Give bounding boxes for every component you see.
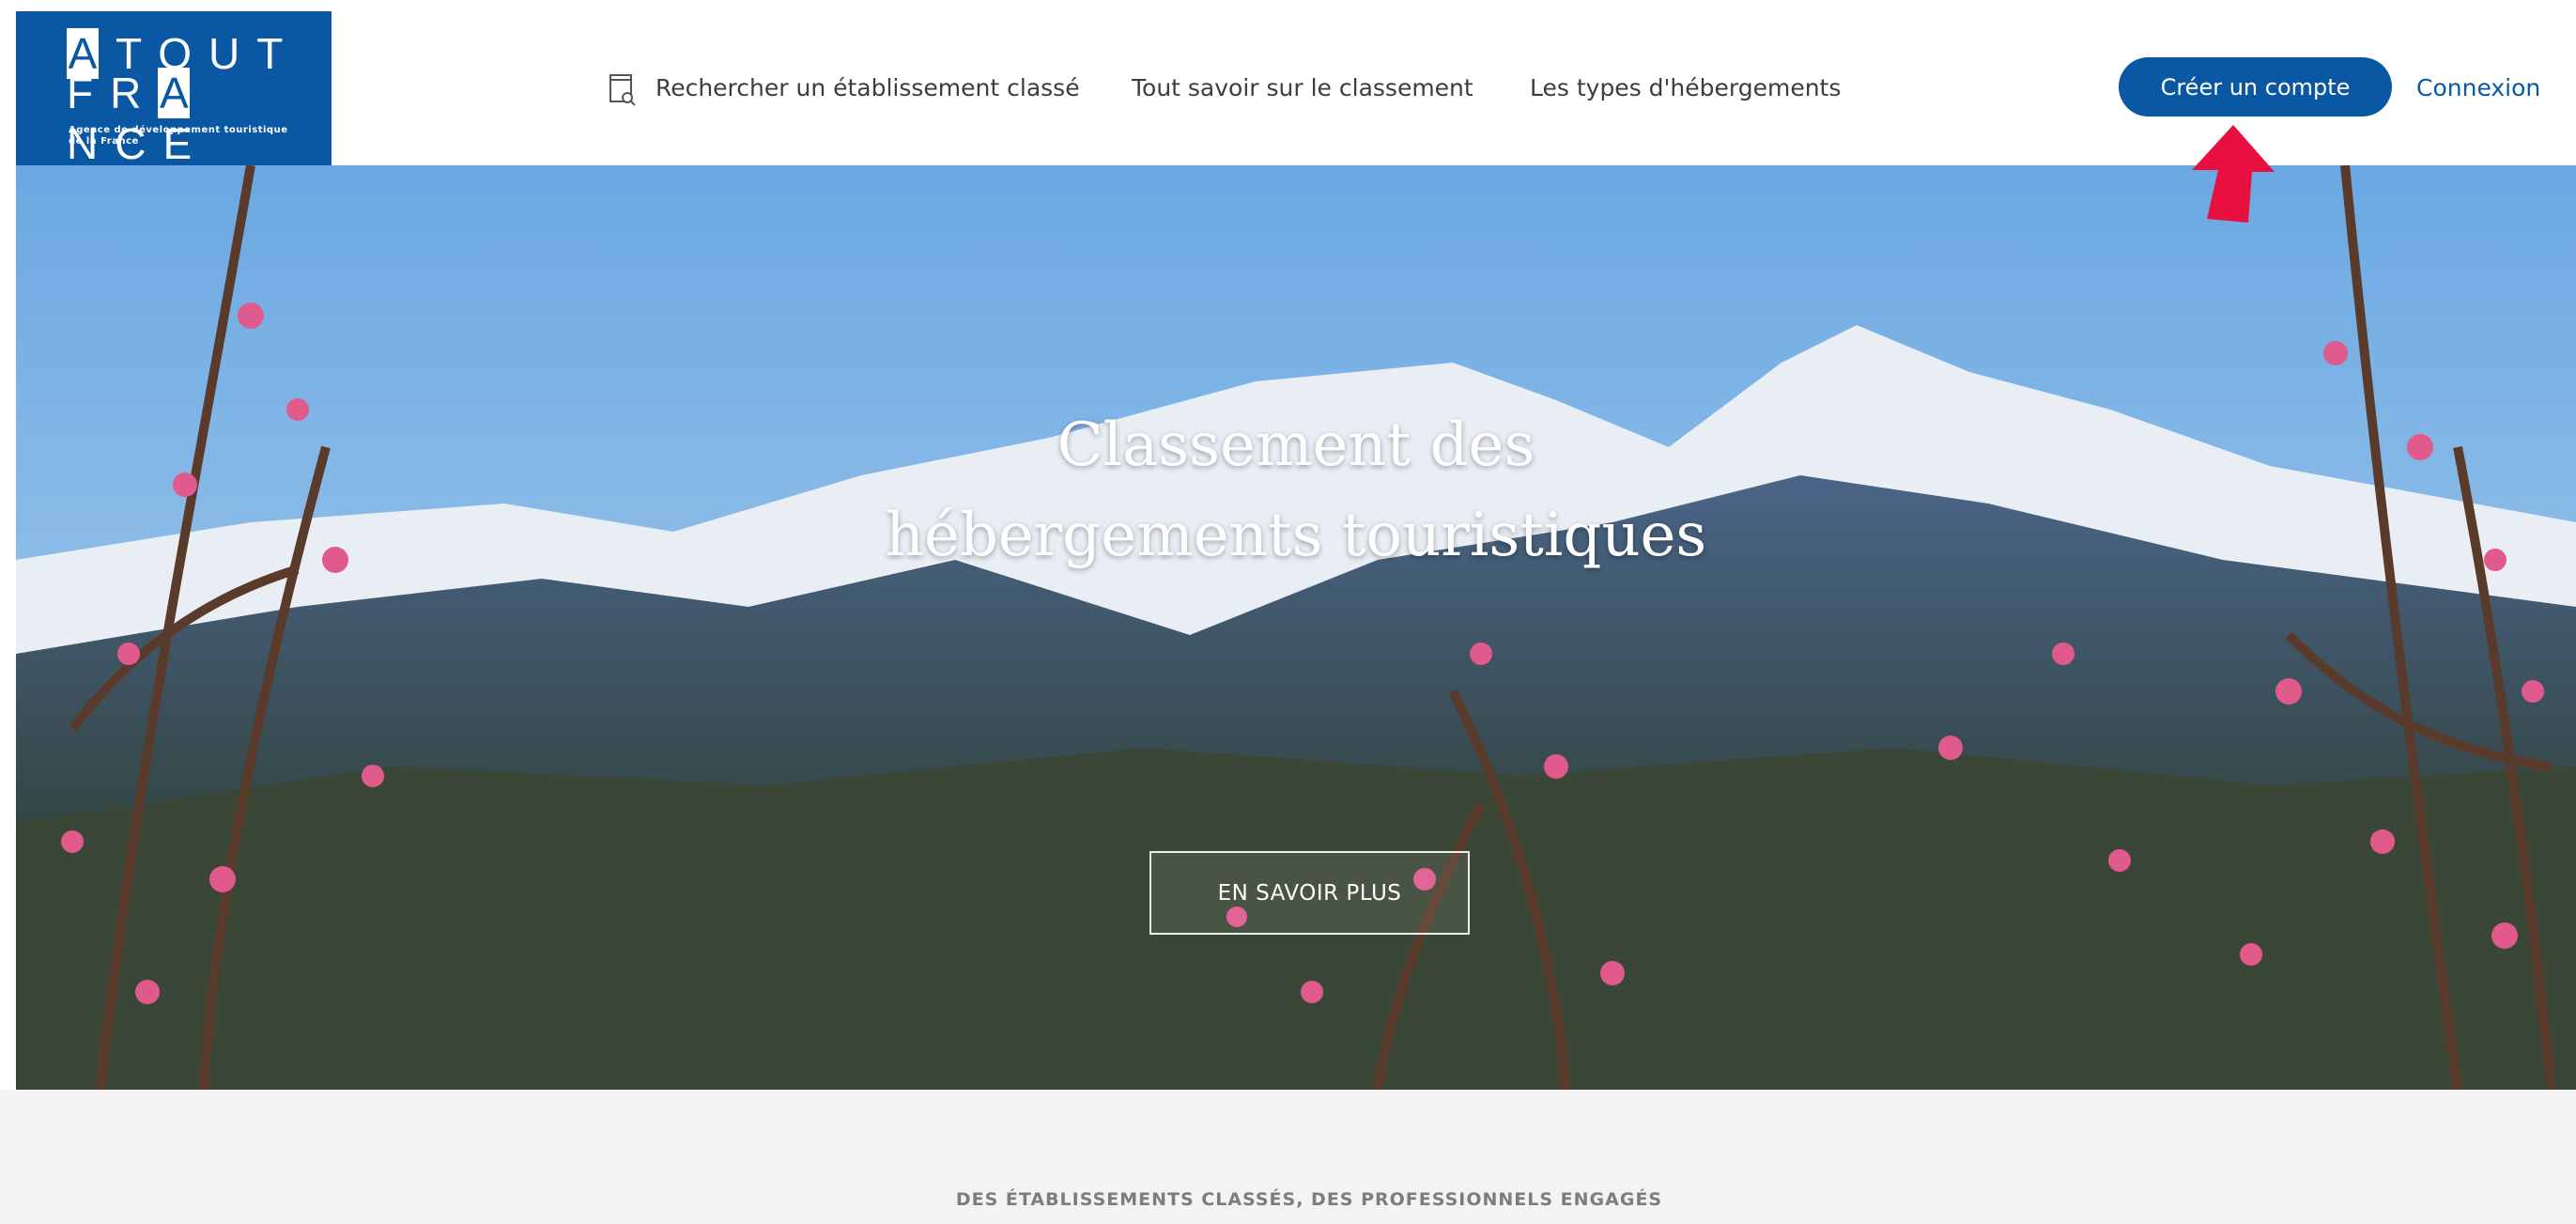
logo-tagline: Agence de développement touristique de l… — [69, 125, 288, 147]
logo-wordmark-france: FRANCE — [67, 68, 209, 168]
nav-search-label: Rechercher un établissement classé — [655, 74, 1080, 101]
hero-title-line1: Classement des — [1057, 411, 1535, 480]
red-arrow-icon — [2192, 125, 2275, 223]
section-tagline: DES ÉTABLISSEMENTS CLASSÉS, DES PROFESSI… — [955, 1189, 1663, 1210]
login-link[interactable]: Connexion — [2416, 70, 2540, 107]
nav-classement[interactable]: Tout savoir sur le classement — [1132, 70, 1473, 107]
nav-types-hebergements[interactable]: Les types d'hébergements — [1530, 70, 1841, 107]
learn-more-button[interactable]: EN SAVOIR PLUS — [1149, 851, 1470, 935]
hero-mountain-image — [16, 165, 2576, 1090]
section-intro: DES ÉTABLISSEMENTS CLASSÉS, DES PROFESSI… — [0, 1090, 2576, 1224]
hero-banner: Classement des hébergements touristiques… — [16, 165, 2576, 1090]
page: A TOUT FRANCE Agence de développement tou… — [0, 0, 2576, 1224]
atout-france-logo[interactable]: A TOUT FRANCE Agence de développement tou… — [16, 11, 332, 168]
hero-title: Classement des hébergements touristiques — [16, 400, 2576, 581]
hero-title-line2: hébergements touristiques — [885, 501, 1707, 570]
document-search-icon — [609, 72, 637, 106]
create-account-button[interactable]: Créer un compte — [2119, 57, 2392, 116]
nav-search-establishment[interactable]: Rechercher un établissement classé — [609, 70, 1080, 107]
